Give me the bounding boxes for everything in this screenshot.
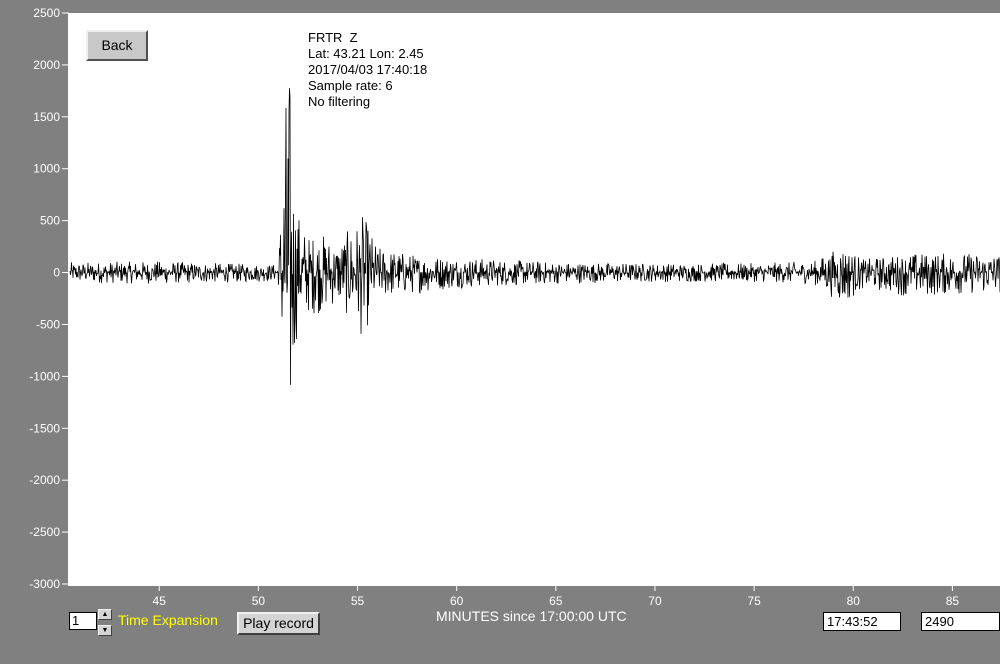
cursor-value-field[interactable]: 2490 — [921, 612, 1000, 631]
x-tick-label: 45 — [153, 594, 167, 608]
y-tick-label: 1500 — [33, 110, 60, 124]
spin-up-button[interactable]: ▲ — [98, 609, 112, 620]
record-datetime: 2017/04/03 17:40:18 — [308, 62, 427, 77]
y-tick-label: 1000 — [33, 162, 60, 176]
y-tick-label: 500 — [40, 214, 60, 228]
station-location: Lat: 43.21 Lon: 2.45 — [308, 46, 424, 61]
y-tick-label: -1000 — [29, 369, 60, 383]
x-axis-label: MINUTES since 17:00:00 UTC — [436, 608, 627, 624]
y-tick-label: -500 — [36, 317, 60, 331]
arrow-up-icon: ▲ — [101, 611, 109, 618]
y-tick-label: 2000 — [33, 58, 60, 72]
time-expansion-input[interactable]: 1 — [69, 612, 97, 630]
play-record-button[interactable]: Play record — [237, 612, 320, 635]
arrow-down-icon: ▼ — [101, 627, 109, 634]
y-tick-label: -1500 — [29, 421, 60, 435]
x-tick-label: 80 — [847, 594, 861, 608]
sample-rate: Sample rate: 6 — [308, 78, 393, 93]
x-tick-label: 50 — [252, 594, 266, 608]
x-tick-label: 85 — [946, 594, 960, 608]
filter-status: No filtering — [308, 94, 370, 109]
back-button[interactable]: Back — [86, 30, 148, 61]
x-axis: 45 50 55 60 65 70 75 80 85 — [68, 584, 1000, 608]
seismogram-viewer: 2500 2000 1500 1000 500 0 -500 -1000 -1500 -2000 -… — [0, 0, 1000, 664]
time-expansion-label: Time Expansion — [118, 612, 218, 628]
y-tick-label: 2500 — [33, 6, 60, 20]
y-tick-label: 0 — [53, 266, 60, 280]
x-tick-label: 70 — [648, 594, 662, 608]
x-tick-label: 60 — [450, 594, 464, 608]
x-tick-label: 75 — [747, 594, 761, 608]
y-tick-label: -3000 — [29, 577, 60, 591]
cursor-time-field[interactable]: 17:43:52 — [823, 612, 901, 631]
y-axis: 2500 2000 1500 1000 500 0 -500 -1000 -1500 -2000 -… — [29, 6, 70, 591]
station-name: FRTR Z — [308, 30, 358, 45]
spin-down-button[interactable]: ▼ — [98, 625, 112, 636]
seismogram-chart: 2500 2000 1500 1000 500 0 -500 -1000 -1500 -2000 -… — [29, 6, 1000, 608]
plot-area[interactable] — [70, 13, 1000, 584]
x-tick-label: 55 — [351, 594, 365, 608]
x-tick-label: 65 — [549, 594, 563, 608]
y-tick-label: -2500 — [29, 525, 60, 539]
y-tick-label: -2000 — [29, 473, 60, 487]
